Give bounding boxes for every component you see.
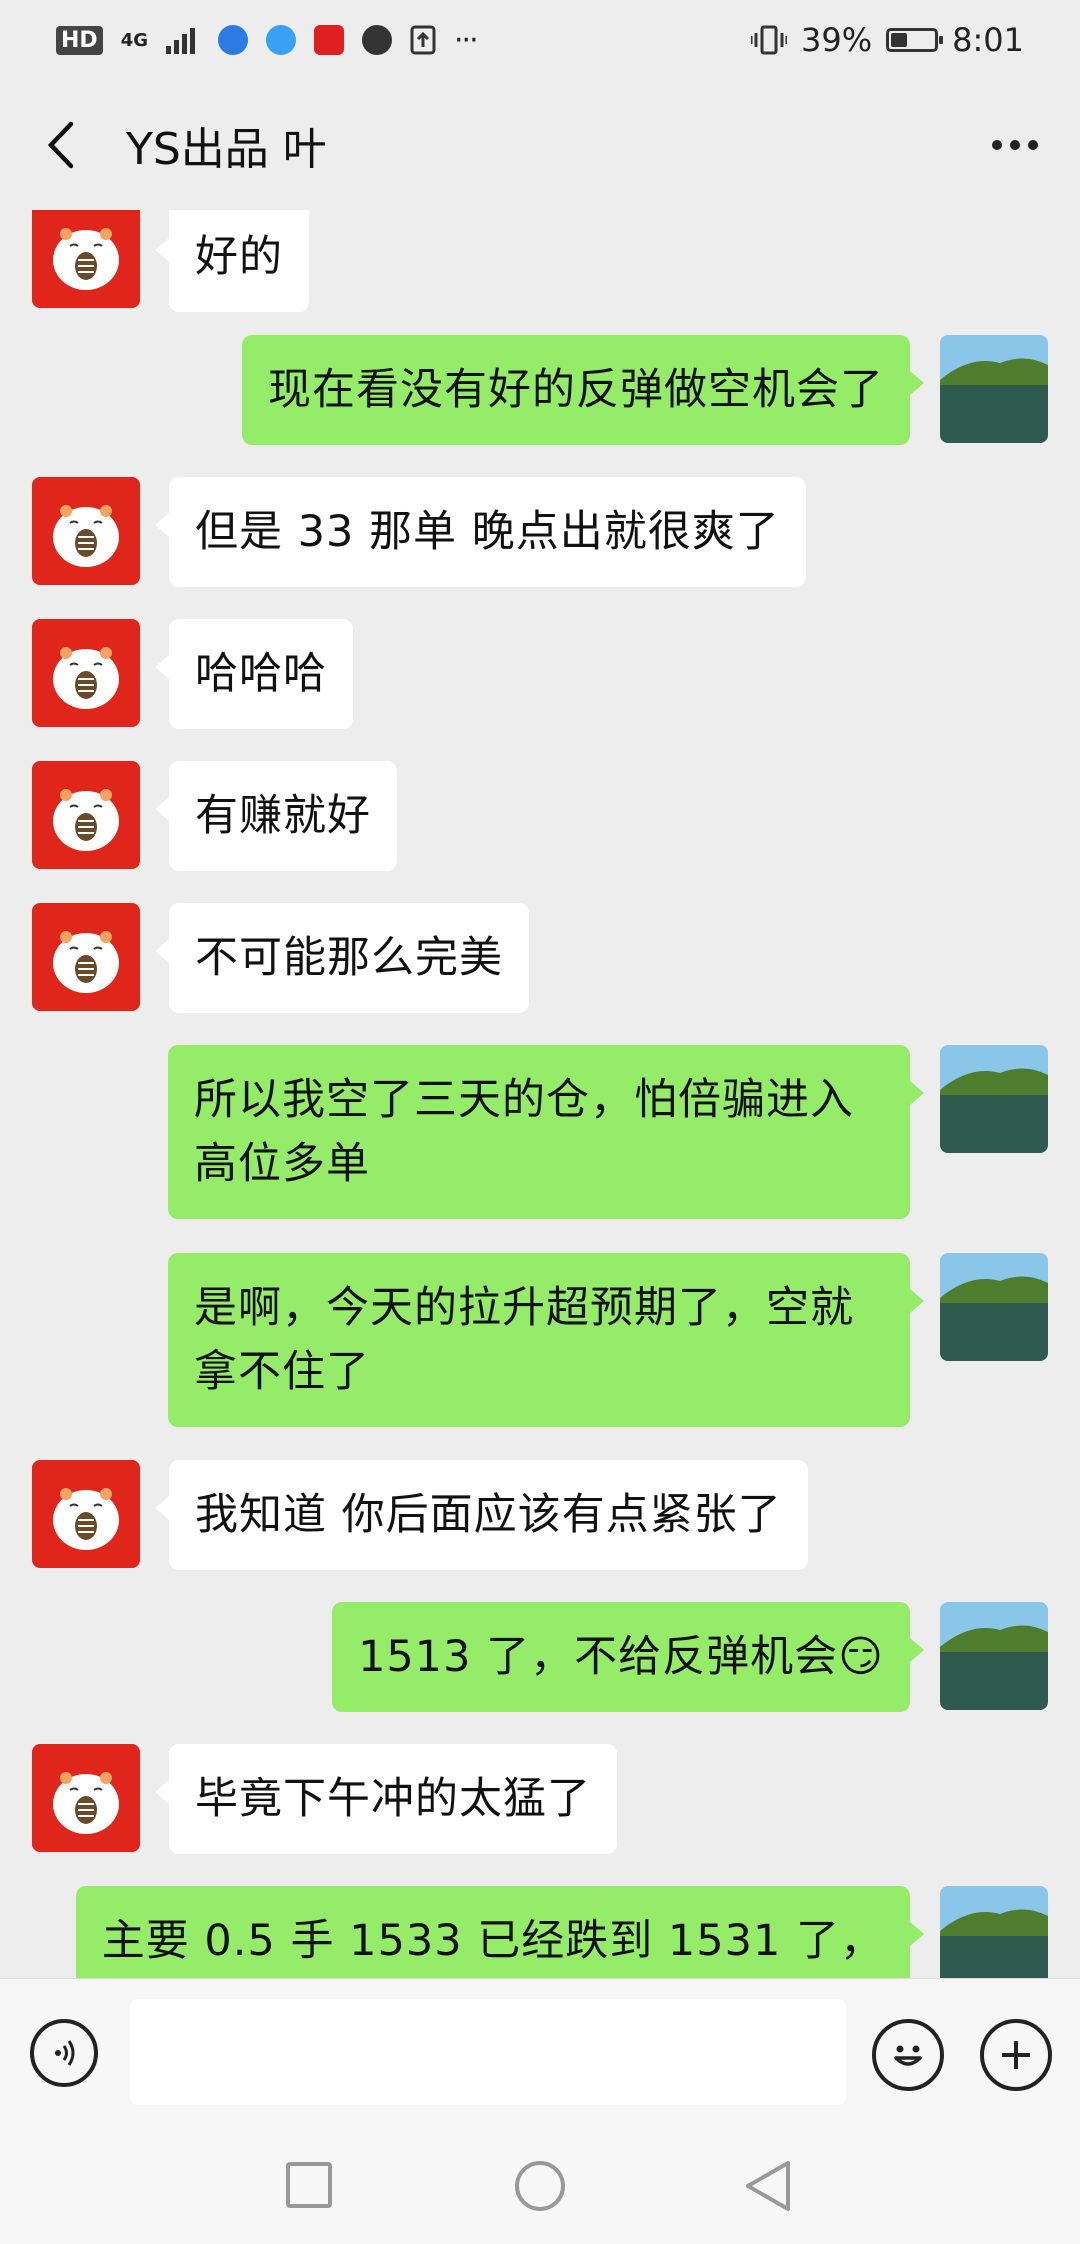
my-avatar[interactable] xyxy=(940,1886,1048,1978)
lake-photo-avatar xyxy=(940,335,1048,443)
more-icon-dot xyxy=(1010,140,1020,150)
more-icon-dot xyxy=(1028,140,1038,150)
contact-name[interactable]: YS出品 叶 xyxy=(126,113,980,177)
signal-icon xyxy=(166,28,195,54)
lake-photo-avatar xyxy=(940,1602,1048,1710)
lake-photo-avatar xyxy=(940,1045,1048,1153)
message-input[interactable] xyxy=(130,1999,846,2105)
upload-icon xyxy=(410,25,436,55)
back-button[interactable] xyxy=(30,115,90,175)
voice-button[interactable] xyxy=(30,2019,98,2087)
cartoon-avatar-icon xyxy=(53,1488,119,1550)
network-label: 4G xyxy=(120,29,148,51)
sent-message[interactable]: 是啊，今天的拉升超预期了，空就拿不住了 xyxy=(168,1253,924,1427)
battery-percent: 39% xyxy=(801,21,873,59)
received-message[interactable]: 好的 xyxy=(155,210,309,312)
contact-avatar[interactable] xyxy=(32,619,140,727)
cartoon-avatar-icon xyxy=(53,1772,119,1834)
status-left: HD 4G ··· xyxy=(56,22,479,58)
cartoon-avatar-icon xyxy=(53,931,119,993)
status-bar: HD 4G ··· 39% 8:01 xyxy=(0,0,1080,80)
plus-icon xyxy=(1002,2041,1030,2069)
sent-message[interactable]: 1513 了，不给反弹机会😏 xyxy=(332,1602,924,1712)
voice-icon xyxy=(55,2040,75,2066)
fetion-app-icon xyxy=(362,25,392,55)
lake-photo-avatar xyxy=(940,1886,1048,1978)
chevron-left-icon xyxy=(47,121,74,169)
contact-avatar[interactable] xyxy=(32,761,140,869)
system-nav-bar xyxy=(0,2126,1080,2244)
cartoon-avatar-icon xyxy=(53,789,119,851)
contact-avatar[interactable] xyxy=(32,903,140,1011)
contact-avatar[interactable] xyxy=(32,1460,140,1568)
received-message[interactable]: 我知道 你后面应该有点紧张了 xyxy=(155,1460,808,1570)
more-icon-dot xyxy=(992,140,1002,150)
sent-message[interactable]: 现在看没有好的反弹做空机会了 xyxy=(242,335,924,445)
more-options-button[interactable] xyxy=(980,115,1050,175)
battery-icon xyxy=(886,28,944,52)
cartoon-avatar-icon xyxy=(53,505,119,567)
my-avatar[interactable] xyxy=(940,1602,1048,1710)
recent-apps-button[interactable] xyxy=(286,2162,332,2208)
received-message[interactable]: 不可能那么完美 xyxy=(155,903,529,1013)
more-notifications: ··· xyxy=(454,22,479,58)
input-bar xyxy=(0,1978,1080,2127)
my-avatar[interactable] xyxy=(940,1045,1048,1153)
emoji-button[interactable] xyxy=(872,2019,944,2091)
contact-avatar[interactable] xyxy=(32,1744,140,1852)
more-functions-button[interactable] xyxy=(980,2019,1052,2091)
my-avatar[interactable] xyxy=(940,1253,1048,1361)
back-nav-button[interactable] xyxy=(744,2160,792,2212)
clock: 8:01 xyxy=(952,21,1024,59)
stock-app-icon xyxy=(314,25,344,55)
received-message[interactable]: 有赚就好 xyxy=(155,761,397,871)
received-message[interactable]: 哈哈哈 xyxy=(155,619,353,729)
received-message[interactable]: 但是 33 那单 晚点出就很爽了 xyxy=(155,477,806,587)
my-avatar[interactable] xyxy=(940,335,1048,443)
hd-label: HD xyxy=(56,25,103,55)
vibrate-icon xyxy=(751,25,788,55)
message-list[interactable]: 好的 现在看没有好的反弹做空机会了 但是 33 那单 晚点出就很爽了 哈哈哈 有… xyxy=(0,210,1080,1978)
browser-app-icon xyxy=(218,25,248,55)
sent-message[interactable]: 所以我空了三天的仓，怕倍骗进入高位多单 xyxy=(168,1045,924,1219)
sent-message[interactable]: 主要 0.5 手 1533 已经跌到 1531 了， xyxy=(75,1886,925,1978)
lake-photo-avatar xyxy=(940,1253,1048,1361)
cartoon-avatar-icon xyxy=(53,647,119,709)
contact-avatar[interactable] xyxy=(32,477,140,585)
chat-header: YS出品 叶 xyxy=(0,80,1080,210)
home-button[interactable] xyxy=(514,2160,566,2212)
contact-avatar[interactable] xyxy=(32,210,140,308)
qq-browser-app-icon xyxy=(266,25,296,55)
smiley-icon xyxy=(894,2045,922,2066)
status-right: 39% 8:01 xyxy=(751,21,1024,59)
received-message[interactable]: 毕竟下午冲的太猛了 xyxy=(155,1744,617,1854)
cartoon-avatar-icon xyxy=(53,228,119,290)
